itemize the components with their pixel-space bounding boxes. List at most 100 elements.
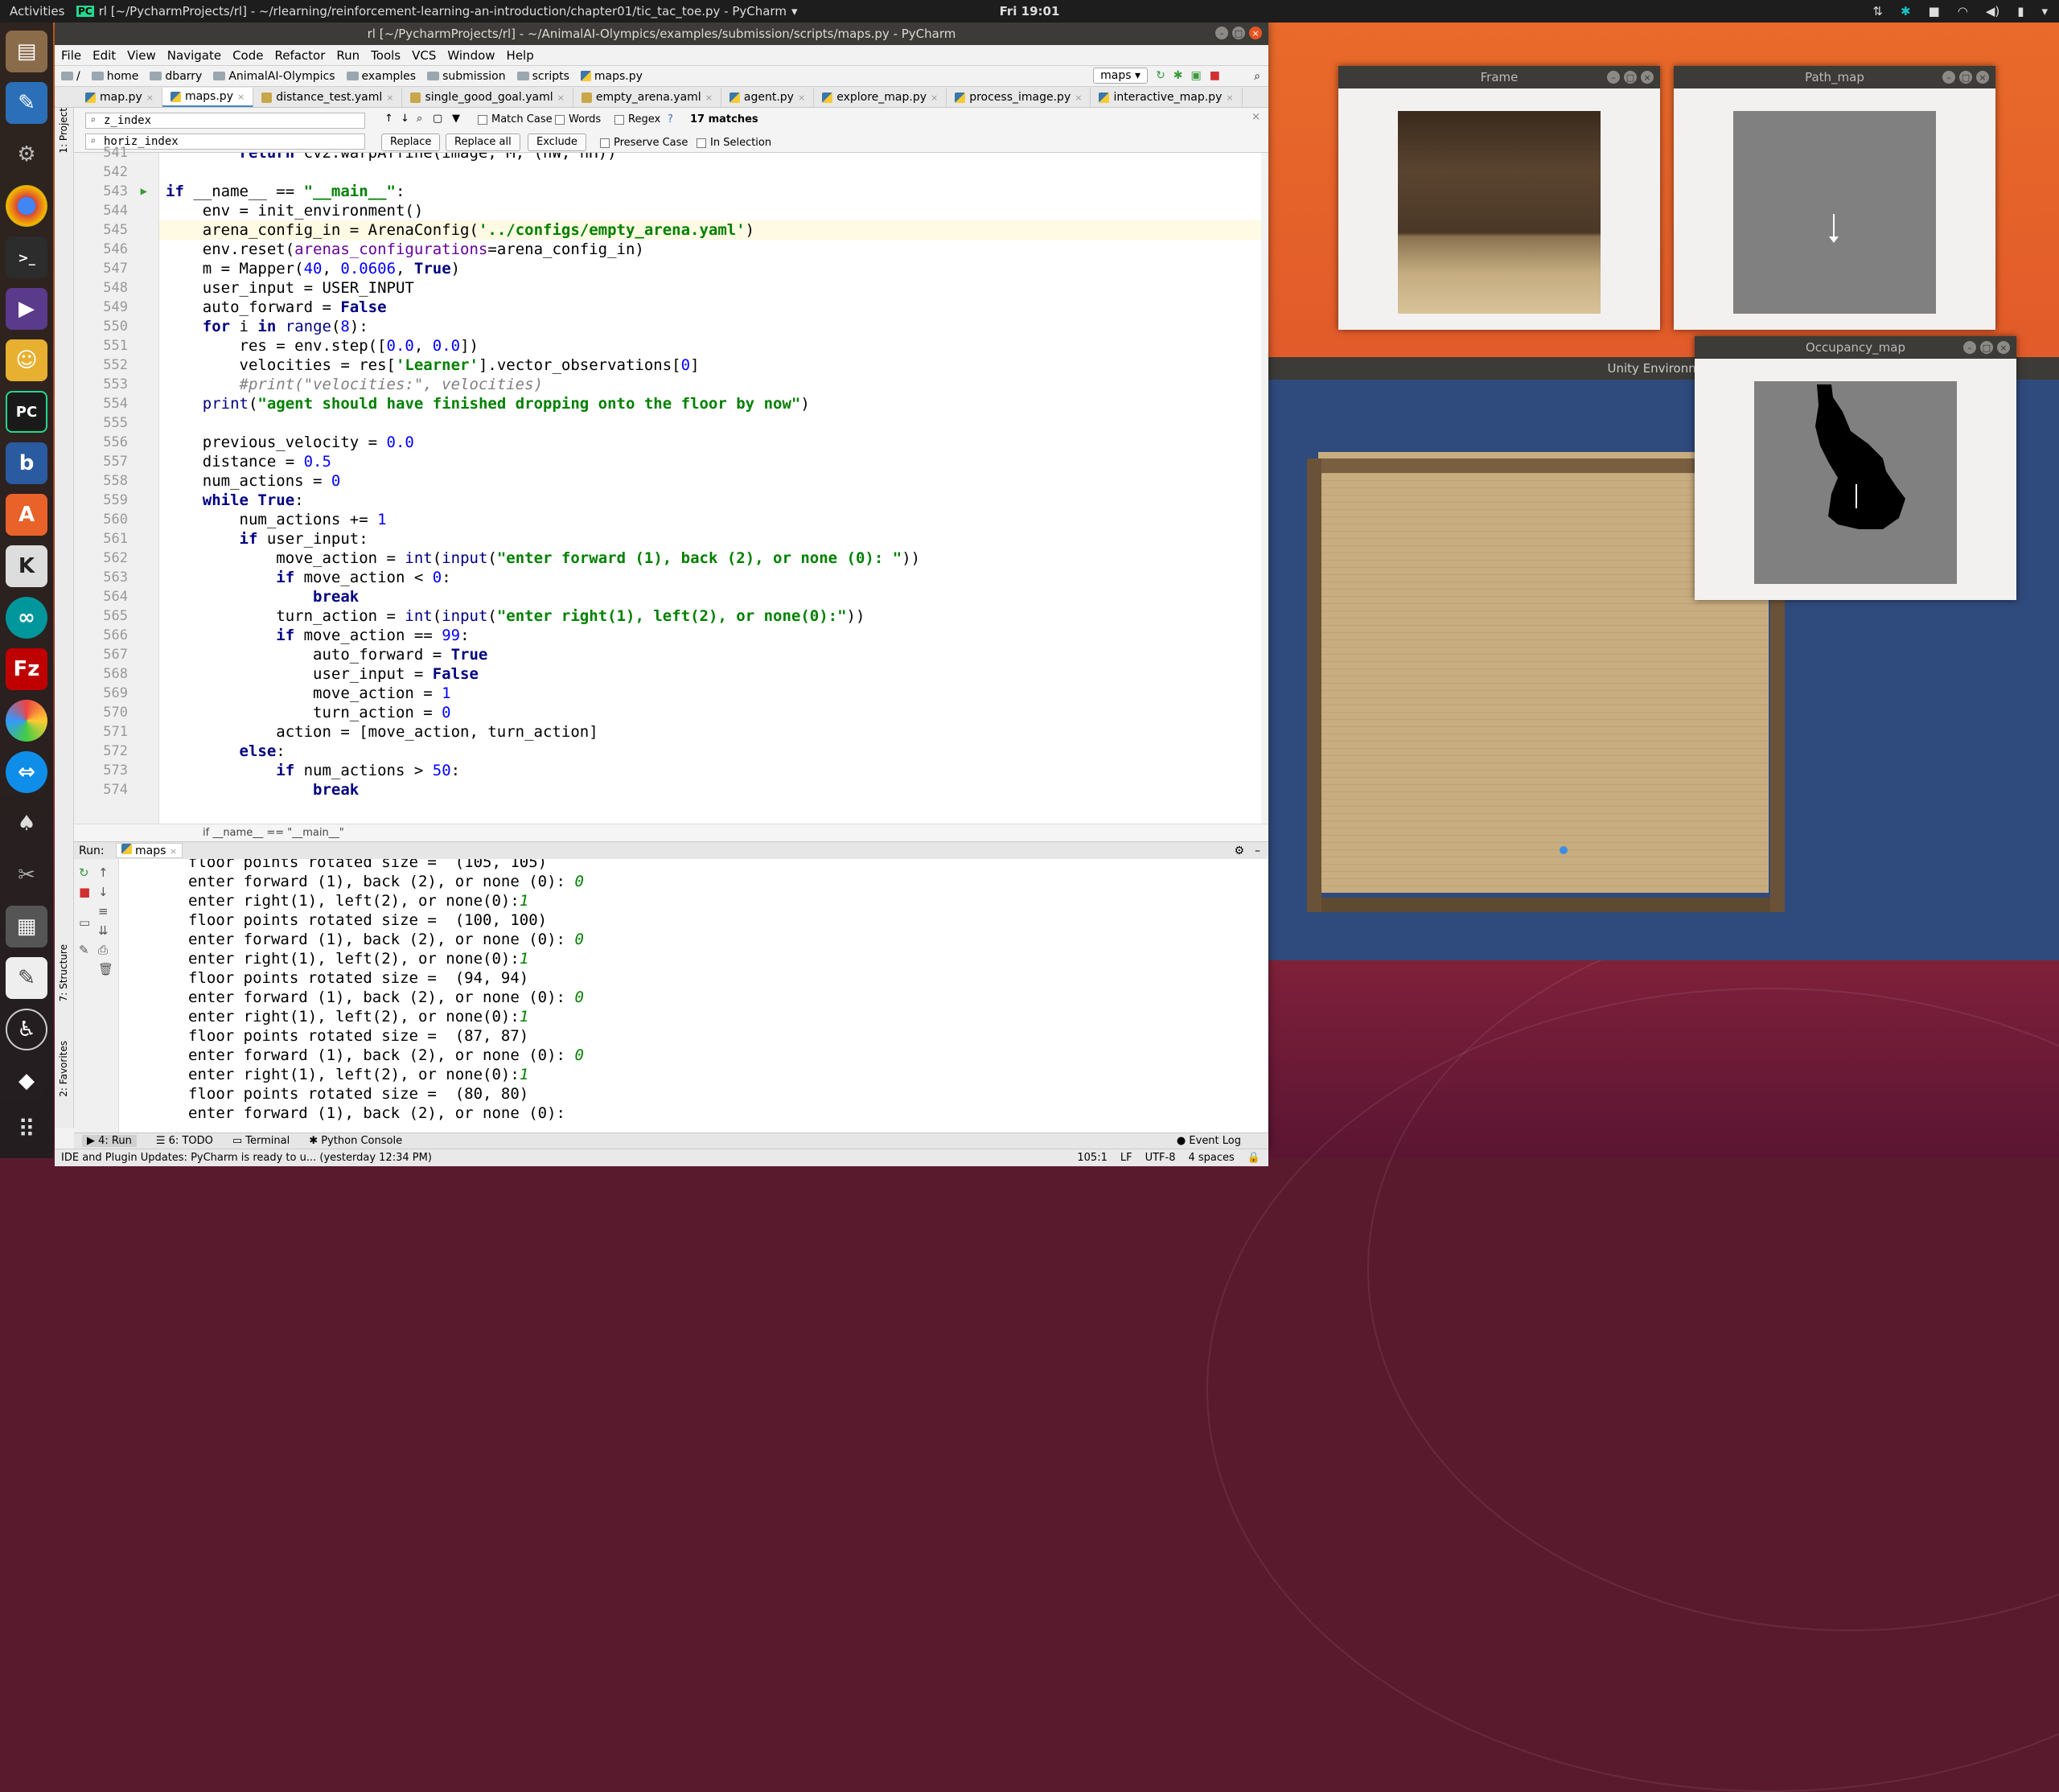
stop-icon[interactable]: ■ bbox=[79, 885, 90, 899]
regex-help-link[interactable]: ? bbox=[668, 113, 673, 125]
terminal-icon[interactable]: >_ bbox=[6, 236, 47, 278]
breadcrumb-examples[interactable]: examples bbox=[346, 70, 416, 83]
path-map-titlebar[interactable]: Path_map – □ × bbox=[1674, 66, 1995, 88]
trash-icon[interactable]: 🗑 bbox=[98, 962, 113, 976]
match-case-checkbox[interactable]: Match Case bbox=[478, 113, 553, 125]
activities-button[interactable]: Activities bbox=[0, 4, 76, 18]
project-tool-button[interactable]: 1: Project bbox=[58, 108, 69, 154]
writer-icon[interactable]: ✎ bbox=[6, 82, 47, 124]
frame-window[interactable]: Frame – □ × bbox=[1338, 66, 1660, 330]
previous-occurrence-icon[interactable]: ↑ bbox=[384, 113, 393, 125]
software-center-icon[interactable]: A bbox=[6, 494, 47, 536]
run-tab-maps[interactable]: maps × bbox=[115, 843, 183, 858]
maximize-icon[interactable]: □ bbox=[1980, 341, 1993, 354]
tab-maps-py[interactable]: maps.py × bbox=[162, 88, 254, 107]
tab-distance-test[interactable]: distance_test.yaml × bbox=[253, 88, 403, 107]
breadcrumb-submission[interactable]: submission bbox=[427, 70, 506, 83]
battery-icon[interactable]: ▮ bbox=[2017, 4, 2024, 18]
code-editor[interactable]: return cv2.warpAffine(image, M, (nW, nH)… bbox=[159, 153, 1261, 824]
run-tool-button[interactable]: ▶ 4: Run bbox=[82, 1135, 137, 1147]
run-gutter-icon[interactable]: ▶ bbox=[141, 182, 147, 201]
close-icon[interactable]: × bbox=[705, 92, 713, 103]
breadcrumb-file[interactable]: maps.py bbox=[580, 70, 643, 83]
stop-icon[interactable]: ■ bbox=[1210, 69, 1220, 82]
up-icon[interactable]: ↑ bbox=[98, 865, 109, 880]
system-tray[interactable]: ⇅ ✱ ■ ◠ ◀) ▮ ▾ bbox=[1872, 4, 2048, 18]
layout-icon[interactable]: ▭ bbox=[79, 915, 90, 930]
search-everywhere-icon[interactable]: ⌕ bbox=[1254, 70, 1260, 83]
menu-navigate[interactable]: Navigate bbox=[167, 48, 221, 63]
menu-file[interactable]: File bbox=[61, 48, 81, 63]
next-occurrence-icon[interactable]: ↓ bbox=[401, 113, 409, 125]
rerun-icon[interactable]: ↻ bbox=[79, 865, 89, 880]
text-editor-icon[interactable]: ✎ bbox=[6, 957, 47, 999]
minimize-icon[interactable]: – bbox=[1963, 341, 1976, 354]
close-find-icon[interactable]: × bbox=[1251, 111, 1260, 123]
search-input[interactable]: ⌕ z_index bbox=[85, 113, 365, 129]
chrome-icon[interactable] bbox=[6, 185, 47, 227]
structure-tool-button[interactable]: 7: Structure bbox=[58, 944, 69, 1001]
file-cabinet-icon[interactable]: ▤ bbox=[6, 31, 47, 72]
show-applications-icon[interactable]: ⠿ bbox=[18, 1116, 35, 1144]
tab-process-image[interactable]: process_image.py × bbox=[947, 88, 1091, 107]
active-window-menu[interactable]: PC rl [~/PycharmProjects/rl] - ~/rlearni… bbox=[76, 4, 797, 18]
pycharm-icon[interactable]: PC bbox=[6, 391, 47, 433]
close-icon[interactable]: × bbox=[557, 92, 565, 103]
preserve-case-checkbox[interactable]: Preserve Case bbox=[600, 137, 688, 149]
rerun-icon[interactable]: ↻ bbox=[1156, 69, 1165, 82]
terminal-tool-button[interactable]: ▭ Terminal bbox=[232, 1135, 290, 1147]
menu-window[interactable]: Window bbox=[447, 48, 495, 63]
down-icon[interactable]: ↓ bbox=[98, 885, 109, 899]
tab-map-py[interactable]: map.py × bbox=[77, 88, 162, 107]
close-icon[interactable]: × bbox=[237, 92, 245, 102]
run-console[interactable]: floor points rotated size = (105, 105) en… bbox=[119, 859, 1268, 1132]
breadcrumb-home[interactable]: home bbox=[91, 70, 138, 83]
minimize-icon[interactable]: – bbox=[1607, 71, 1620, 84]
scroll-to-end-icon[interactable]: ⇊ bbox=[98, 923, 109, 938]
close-icon[interactable]: × bbox=[146, 92, 154, 103]
dropbox-icon[interactable]: ⇅ bbox=[1872, 4, 1883, 18]
python-console-tool-button[interactable]: ✱ Python Console bbox=[309, 1135, 402, 1147]
replace-button[interactable]: Replace bbox=[381, 134, 441, 151]
menu-view[interactable]: View bbox=[127, 48, 156, 63]
menu-tools[interactable]: Tools bbox=[371, 48, 401, 63]
tab-interactive-map[interactable]: interactive_map.py × bbox=[1091, 88, 1243, 107]
select-all-occurrences-icon[interactable]: ▢ bbox=[433, 113, 442, 125]
wifi-icon[interactable]: ◠ bbox=[1958, 4, 1968, 18]
pycharm-window[interactable]: rl [~/PycharmProjects/rl] - ~/AnimalAI-O… bbox=[55, 23, 1268, 1166]
regex-checkbox[interactable]: Regex bbox=[614, 113, 660, 125]
code-breadcrumb[interactable]: if __name__ == "__main__" bbox=[74, 824, 1268, 841]
tab-empty-arena[interactable]: empty_arena.yaml × bbox=[573, 88, 721, 107]
event-log-tool-button[interactable]: ● Event Log bbox=[1177, 1135, 1241, 1147]
mascot-icon[interactable]: ☺ bbox=[6, 339, 47, 381]
close-icon[interactable]: × bbox=[170, 846, 177, 857]
video-icon[interactable]: ▶ bbox=[6, 288, 47, 330]
tab-single-good-goal[interactable]: single_good_goal.yaml × bbox=[402, 88, 573, 107]
teamviewer-icon[interactable]: ⇔ bbox=[6, 751, 47, 793]
close-icon[interactable]: × bbox=[1075, 92, 1082, 103]
menu-vcs[interactable]: VCS bbox=[412, 48, 436, 63]
occupancy-map-titlebar[interactable]: Occupancy_map – □ × bbox=[1695, 336, 2016, 359]
arduino-icon[interactable]: ∞ bbox=[6, 597, 47, 639]
breadcrumb-animalai[interactable]: AnimalAI-Olympics bbox=[213, 70, 335, 83]
filezilla-icon[interactable]: Fz bbox=[6, 648, 47, 690]
minimize-icon[interactable]: – bbox=[1942, 71, 1955, 84]
in-selection-checkbox[interactable]: In Selection bbox=[697, 137, 771, 149]
network-app-icon[interactable]: ✱ bbox=[1901, 4, 1911, 18]
path-map-window[interactable]: Path_map – □ × bbox=[1674, 66, 1995, 330]
breadcrumb-dbarry[interactable]: dbarry bbox=[150, 70, 202, 83]
settings-icon[interactable]: ⚙ bbox=[6, 134, 47, 175]
k-icon[interactable]: K bbox=[6, 545, 47, 587]
close-icon[interactable]: × bbox=[931, 92, 938, 103]
replace-all-button[interactable]: Replace all bbox=[446, 134, 520, 151]
menu-refactor[interactable]: Refactor bbox=[274, 48, 325, 63]
camera-icon[interactable]: ■ bbox=[1929, 4, 1940, 18]
clock[interactable]: Fri 19:01 bbox=[1000, 4, 1060, 18]
close-icon[interactable]: × bbox=[798, 92, 805, 103]
frame-titlebar[interactable]: Frame – □ × bbox=[1338, 66, 1660, 88]
breadcrumb-root[interactable]: / bbox=[61, 70, 80, 83]
close-icon[interactable]: × bbox=[1226, 92, 1233, 103]
calculator-icon[interactable]: ▦ bbox=[6, 906, 47, 947]
menu-help[interactable]: Help bbox=[507, 48, 534, 63]
run-config-select[interactable]: maps ▾ bbox=[1093, 68, 1149, 84]
